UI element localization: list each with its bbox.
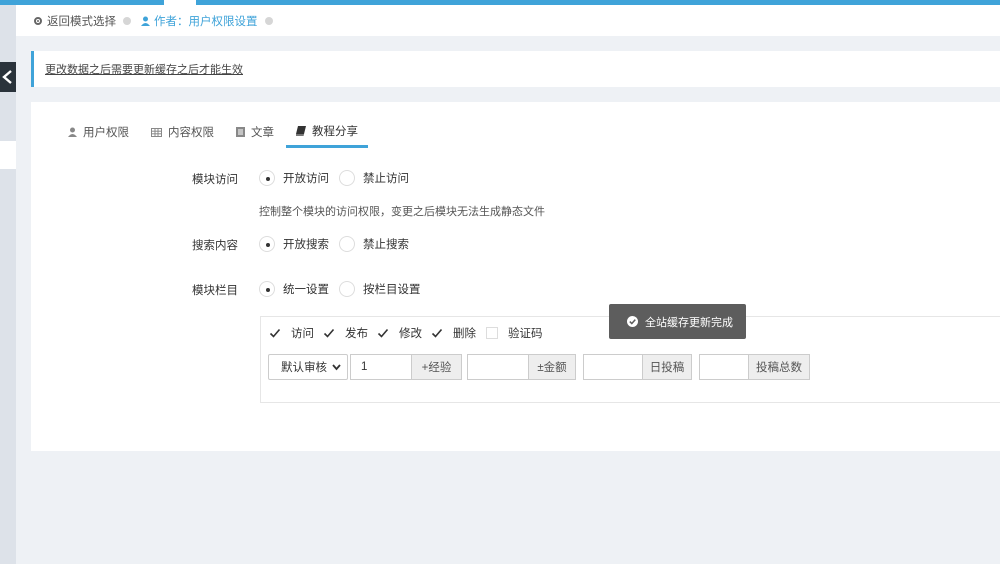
breadcrumb-current-label: 作者：用户权限设置 bbox=[154, 15, 258, 28]
breadcrumb: 返回模式选择 作者：用户权限设置 bbox=[16, 5, 1000, 36]
settings-panel: 用户权限 内容权限 文章 教程分享 模块访问 开放访问 禁止访问 控制整个模块的… bbox=[31, 102, 1000, 451]
breadcrumb-back-label: 返回模式选择 bbox=[47, 15, 116, 28]
checkbox-edit[interactable]: 修改 bbox=[377, 325, 422, 341]
chevron-down-icon bbox=[332, 364, 341, 371]
money-addon: ±金额 bbox=[528, 354, 576, 380]
checkbox-captcha[interactable]: 验证码 bbox=[486, 325, 543, 341]
checkbox-label: 验证码 bbox=[508, 328, 543, 340]
sidebar-gap bbox=[0, 141, 16, 169]
toast-text: 全站缓存更新完成 bbox=[645, 316, 733, 329]
tab-label: 教程分享 bbox=[312, 125, 358, 138]
radio-label: 禁止搜索 bbox=[363, 239, 409, 251]
radio-circle bbox=[259, 281, 275, 297]
tab-content-permissions[interactable]: 内容权限 bbox=[141, 116, 224, 148]
radio-label: 禁止访问 bbox=[363, 173, 409, 185]
breadcrumb-back-link[interactable]: 返回模式选择 bbox=[33, 13, 116, 29]
left-sidebar-strip bbox=[0, 5, 16, 564]
checkbox-label: 发布 bbox=[345, 328, 368, 340]
radio-circle bbox=[339, 236, 355, 252]
daily-post-addon: 日投稿 bbox=[642, 354, 692, 380]
radio-label: 按栏目设置 bbox=[363, 284, 421, 296]
experience-addon: +经验 bbox=[411, 354, 462, 380]
user-icon bbox=[141, 16, 150, 26]
checkbox-label: 访问 bbox=[291, 328, 314, 340]
review-select-value: 默认审核 bbox=[281, 362, 327, 374]
checkmark-icon bbox=[377, 327, 389, 339]
radio-circle bbox=[259, 170, 275, 186]
tab-label: 用户权限 bbox=[83, 127, 129, 139]
tab-label: 内容权限 bbox=[168, 127, 214, 139]
checkbox-delete[interactable]: 删除 bbox=[431, 325, 476, 341]
radio-circle bbox=[339, 170, 355, 186]
radio-forbid-search[interactable]: 禁止搜索 bbox=[339, 236, 409, 252]
radio-label: 开放搜索 bbox=[283, 239, 329, 251]
review-select[interactable]: 默认审核 bbox=[268, 354, 348, 380]
checkbox-publish[interactable]: 发布 bbox=[323, 325, 368, 341]
checkbox-label: 修改 bbox=[399, 328, 422, 340]
tab-user-permissions[interactable]: 用户权限 bbox=[58, 116, 139, 148]
table-icon bbox=[151, 127, 162, 137]
notice-banner: 更改数据之后需要更新缓存之后才能生效 bbox=[31, 51, 1000, 87]
tab-label: 文章 bbox=[251, 127, 274, 139]
checkbox-empty-icon bbox=[486, 327, 498, 339]
checkbox-label: 删除 bbox=[453, 328, 476, 340]
radio-label: 开放访问 bbox=[283, 173, 329, 185]
radio-per-column-setting[interactable]: 按栏目设置 bbox=[339, 281, 421, 297]
tab-article[interactable]: 文章 bbox=[226, 116, 284, 148]
money-input-group: ±金额 bbox=[467, 354, 576, 380]
experience-input[interactable]: 1 bbox=[350, 354, 411, 380]
daily-post-input[interactable] bbox=[583, 354, 642, 380]
checkmark-icon bbox=[269, 327, 281, 339]
radio-unified-setting[interactable]: 统一设置 bbox=[259, 281, 329, 297]
search-content-label: 搜索内容 bbox=[192, 240, 238, 252]
gear-icon bbox=[34, 16, 42, 25]
total-post-input[interactable] bbox=[699, 354, 748, 380]
toast-notification: 全站缓存更新完成 bbox=[609, 304, 746, 339]
breadcrumb-separator bbox=[123, 16, 131, 25]
checkmark-icon bbox=[323, 327, 335, 339]
radio-open-search[interactable]: 开放搜索 bbox=[259, 236, 329, 252]
tab-bar: 用户权限 内容权限 文章 教程分享 bbox=[58, 116, 370, 148]
sidebar-toggle-button[interactable] bbox=[0, 62, 16, 92]
module-access-help: 控制整个模块的访问权限，变更之后模块无法生成静态文件 bbox=[259, 206, 545, 218]
radio-open-access[interactable]: 开放访问 bbox=[259, 170, 329, 186]
total-post-input-group: 投稿总数 bbox=[699, 354, 810, 380]
breadcrumb-separator bbox=[264, 16, 273, 25]
module-column-label: 模块栏目 bbox=[192, 285, 238, 297]
tab-tutorial-share[interactable]: 教程分享 bbox=[286, 116, 368, 148]
radio-circle bbox=[259, 236, 275, 252]
checkmark-icon bbox=[431, 327, 443, 339]
document-icon bbox=[236, 127, 245, 137]
experience-input-group: 1 +经验 bbox=[350, 354, 462, 380]
user-icon bbox=[68, 127, 77, 137]
chevron-left-icon bbox=[2, 70, 12, 84]
radio-label: 统一设置 bbox=[283, 284, 329, 296]
radio-circle bbox=[339, 281, 355, 297]
check-circle-icon bbox=[627, 316, 638, 327]
daily-post-input-group: 日投稿 bbox=[583, 354, 692, 380]
checkbox-visit[interactable]: 访问 bbox=[269, 325, 314, 341]
book-icon bbox=[296, 125, 306, 136]
notice-text: 更改数据之后需要更新缓存之后才能生效 bbox=[45, 64, 243, 76]
total-post-addon: 投稿总数 bbox=[748, 354, 810, 380]
money-input[interactable] bbox=[467, 354, 528, 380]
radio-forbid-access[interactable]: 禁止访问 bbox=[339, 170, 409, 186]
module-access-label: 模块访问 bbox=[192, 174, 238, 186]
breadcrumb-current: 作者：用户权限设置 bbox=[141, 13, 258, 29]
